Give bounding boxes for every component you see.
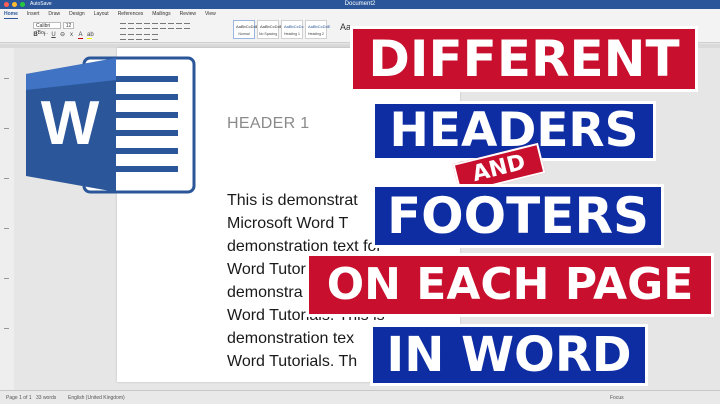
body-line[interactable]: Word Tutorials. Th <box>227 353 357 371</box>
style-sample: AaBbCcDc <box>284 24 304 29</box>
style-normal[interactable]: AaBbCcDdEe Normal <box>233 20 261 39</box>
style-name: Heading 1 <box>284 32 300 36</box>
title-bar: AutoSave Document2 <box>0 0 720 9</box>
subscript-icon[interactable]: x <box>69 32 74 38</box>
ruler-tick <box>4 328 9 329</box>
underline-button[interactable]: U <box>51 32 56 38</box>
format-buttons: B I U ⊖ x A ab <box>33 32 94 39</box>
show-formatting-icon[interactable] <box>168 23 174 29</box>
multilevel-list-icon[interactable] <box>136 23 142 29</box>
italic-button[interactable]: I <box>42 32 47 38</box>
tab-draw[interactable]: Draw <box>48 9 60 19</box>
banner-different: DIFFERENT <box>350 26 698 92</box>
tab-view[interactable]: View <box>205 9 216 19</box>
logo-letter: W <box>41 89 100 158</box>
bold-button[interactable]: B <box>33 32 38 38</box>
banner-in-word: IN WORD <box>370 324 648 386</box>
font-size-select[interactable]: 12 <box>63 22 74 29</box>
tab-review[interactable]: Review <box>180 9 196 19</box>
ruler-tick <box>4 178 9 179</box>
line-spacing-icon[interactable] <box>176 23 182 29</box>
banner-footers: FOOTERS <box>372 184 664 248</box>
language-status[interactable]: English (United Kingdom) <box>68 395 125 401</box>
tab-design[interactable]: Design <box>69 9 85 19</box>
style-heading-2[interactable]: AaBbCcDdE Heading 2 <box>305 20 331 39</box>
page-count[interactable]: Page 1 of 1 <box>6 395 32 401</box>
body-line[interactable]: demonstration tex <box>227 330 354 348</box>
tab-insert[interactable]: Insert <box>27 9 40 19</box>
style-sample: AaBbCcDdE <box>308 24 331 29</box>
bullets-icon[interactable] <box>120 23 126 29</box>
ruler-tick <box>4 128 9 129</box>
increase-indent-icon[interactable] <box>152 23 158 29</box>
decrease-indent-icon[interactable] <box>144 23 150 29</box>
tab-home[interactable]: Home <box>4 9 18 19</box>
vertical-ruler[interactable] <box>0 48 14 390</box>
style-name: Normal <box>238 32 250 36</box>
ruler-tick <box>4 78 9 79</box>
word-logo-icon: W <box>26 56 196 194</box>
tab-references[interactable]: References <box>118 9 144 19</box>
borders-icon[interactable] <box>152 34 158 40</box>
tab-mailings[interactable]: Mailings <box>152 9 170 19</box>
font-color-icon[interactable]: A <box>78 32 83 39</box>
align-center-icon[interactable] <box>128 34 134 40</box>
style-name: Heading 2 <box>308 32 324 36</box>
ruler-tick <box>4 228 9 229</box>
style-name: No Spacing <box>258 32 278 36</box>
numbering-icon[interactable] <box>128 23 134 29</box>
focus-button[interactable]: Focus <box>610 395 624 401</box>
banner-on-each-page: ON EACH PAGE <box>306 253 714 317</box>
ribbon-tabs: Home Insert Draw Design Layout Reference… <box>0 9 720 19</box>
align-left-icon[interactable] <box>120 34 126 40</box>
sort-icon[interactable] <box>160 23 166 29</box>
highlight-icon[interactable]: ab <box>87 32 94 39</box>
font-name-select[interactable]: Calibri (Bo... <box>33 22 61 36</box>
word-count[interactable]: 33 words <box>36 395 56 401</box>
tab-layout[interactable]: Layout <box>94 9 109 19</box>
status-bar: Page 1 of 1 33 words English (United Kin… <box>0 390 720 404</box>
strikethrough-icon[interactable]: ⊖ <box>60 32 65 38</box>
align-right-icon[interactable] <box>136 34 142 40</box>
ruler-tick <box>4 278 9 279</box>
body-line[interactable]: Microsoft Word T <box>227 215 348 233</box>
body-line[interactable]: This is demonstrat <box>227 192 358 210</box>
document-title: Document2 <box>344 1 376 7</box>
body-line[interactable]: demonstra <box>227 284 303 302</box>
header-text[interactable]: HEADER 1 <box>227 115 309 133</box>
style-no-spacing[interactable]: AaBbCcDdEe No Spacing <box>257 20 285 39</box>
paragraph-controls <box>120 23 192 40</box>
style-heading-1[interactable]: AaBbCcDc Heading 1 <box>281 20 304 39</box>
shading-icon[interactable] <box>184 23 190 29</box>
styles-gallery: AaBbCcDdEe Normal AaBbCcDdEe No Spacing … <box>233 20 331 39</box>
justify-icon[interactable] <box>144 34 150 40</box>
